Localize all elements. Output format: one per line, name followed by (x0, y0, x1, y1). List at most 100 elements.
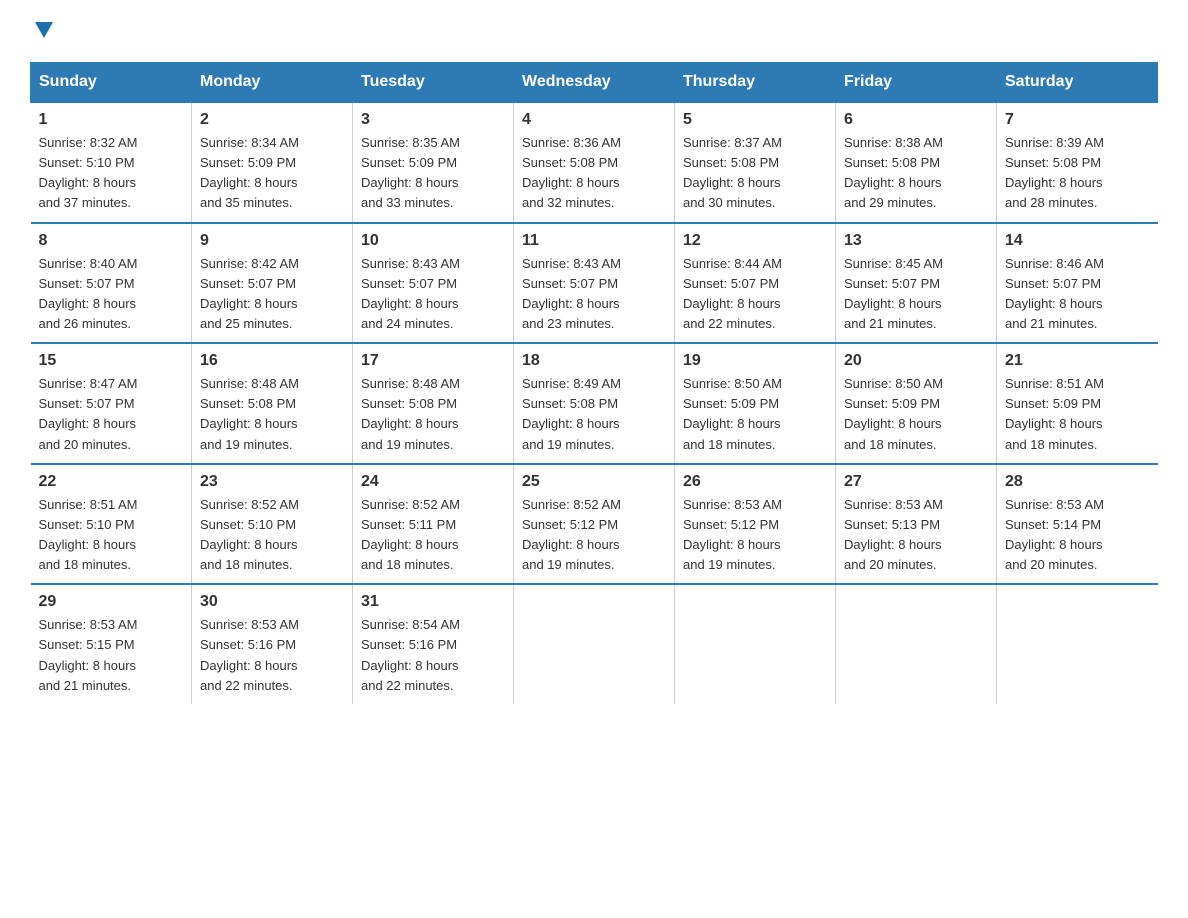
daylight-label: Daylight: 8 hours (683, 296, 781, 311)
daylight-label: Daylight: 8 hours (1005, 537, 1103, 552)
page-header (30, 20, 1158, 42)
day-number: 25 (522, 473, 666, 491)
sunset-label: Sunset: 5:07 PM (39, 276, 135, 291)
sunrise-label: Sunrise: 8:35 AM (361, 135, 460, 150)
daylight-minutes: and 23 minutes. (522, 316, 615, 331)
daylight-minutes: and 20 minutes. (1005, 557, 1098, 572)
calendar-cell: 17 Sunrise: 8:48 AM Sunset: 5:08 PM Dayl… (353, 343, 514, 464)
day-info: Sunrise: 8:52 AM Sunset: 5:10 PM Dayligh… (200, 495, 344, 576)
sunrise-label: Sunrise: 8:51 AM (39, 497, 138, 512)
calendar-cell: 25 Sunrise: 8:52 AM Sunset: 5:12 PM Dayl… (514, 464, 675, 585)
calendar-week-row: 22 Sunrise: 8:51 AM Sunset: 5:10 PM Dayl… (31, 464, 1158, 585)
sunrise-label: Sunrise: 8:50 AM (844, 376, 943, 391)
day-info: Sunrise: 8:47 AM Sunset: 5:07 PM Dayligh… (39, 374, 184, 455)
day-info: Sunrise: 8:44 AM Sunset: 5:07 PM Dayligh… (683, 254, 827, 335)
daylight-minutes: and 30 minutes. (683, 195, 776, 210)
calendar-cell: 20 Sunrise: 8:50 AM Sunset: 5:09 PM Dayl… (836, 343, 997, 464)
daylight-minutes: and 18 minutes. (844, 437, 937, 452)
calendar-week-row: 8 Sunrise: 8:40 AM Sunset: 5:07 PM Dayli… (31, 223, 1158, 344)
day-number: 15 (39, 352, 184, 370)
calendar-cell: 3 Sunrise: 8:35 AM Sunset: 5:09 PM Dayli… (353, 102, 514, 223)
daylight-minutes: and 18 minutes. (39, 557, 132, 572)
sunset-label: Sunset: 5:08 PM (361, 396, 457, 411)
calendar-cell: 10 Sunrise: 8:43 AM Sunset: 5:07 PM Dayl… (353, 223, 514, 344)
sunset-label: Sunset: 5:12 PM (522, 517, 618, 532)
day-number: 11 (522, 232, 666, 250)
sunrise-label: Sunrise: 8:39 AM (1005, 135, 1104, 150)
daylight-label: Daylight: 8 hours (361, 537, 459, 552)
calendar-cell: 11 Sunrise: 8:43 AM Sunset: 5:07 PM Dayl… (514, 223, 675, 344)
day-info: Sunrise: 8:45 AM Sunset: 5:07 PM Dayligh… (844, 254, 988, 335)
daylight-label: Daylight: 8 hours (844, 537, 942, 552)
calendar-cell: 24 Sunrise: 8:52 AM Sunset: 5:11 PM Dayl… (353, 464, 514, 585)
day-info: Sunrise: 8:37 AM Sunset: 5:08 PM Dayligh… (683, 133, 827, 214)
sunrise-label: Sunrise: 8:50 AM (683, 376, 782, 391)
sunset-label: Sunset: 5:09 PM (683, 396, 779, 411)
day-number: 18 (522, 352, 666, 370)
calendar-cell: 26 Sunrise: 8:53 AM Sunset: 5:12 PM Dayl… (675, 464, 836, 585)
calendar-cell: 9 Sunrise: 8:42 AM Sunset: 5:07 PM Dayli… (192, 223, 353, 344)
column-header-friday: Friday (836, 63, 997, 103)
day-number: 12 (683, 232, 827, 250)
calendar-week-row: 15 Sunrise: 8:47 AM Sunset: 5:07 PM Dayl… (31, 343, 1158, 464)
calendar-week-row: 29 Sunrise: 8:53 AM Sunset: 5:15 PM Dayl… (31, 584, 1158, 704)
daylight-label: Daylight: 8 hours (1005, 416, 1103, 431)
day-number: 21 (1005, 352, 1150, 370)
day-info: Sunrise: 8:49 AM Sunset: 5:08 PM Dayligh… (522, 374, 666, 455)
daylight-label: Daylight: 8 hours (522, 416, 620, 431)
daylight-minutes: and 28 minutes. (1005, 195, 1098, 210)
day-number: 30 (200, 593, 344, 611)
day-info: Sunrise: 8:35 AM Sunset: 5:09 PM Dayligh… (361, 133, 505, 214)
sunset-label: Sunset: 5:08 PM (522, 396, 618, 411)
day-info: Sunrise: 8:36 AM Sunset: 5:08 PM Dayligh… (522, 133, 666, 214)
sunrise-label: Sunrise: 8:53 AM (683, 497, 782, 512)
day-number: 26 (683, 473, 827, 491)
sunset-label: Sunset: 5:09 PM (361, 155, 457, 170)
day-info: Sunrise: 8:48 AM Sunset: 5:08 PM Dayligh… (361, 374, 505, 455)
calendar-cell: 16 Sunrise: 8:48 AM Sunset: 5:08 PM Dayl… (192, 343, 353, 464)
daylight-label: Daylight: 8 hours (361, 175, 459, 190)
daylight-label: Daylight: 8 hours (683, 416, 781, 431)
day-info: Sunrise: 8:43 AM Sunset: 5:07 PM Dayligh… (361, 254, 505, 335)
calendar-cell: 1 Sunrise: 8:32 AM Sunset: 5:10 PM Dayli… (31, 102, 192, 223)
sunrise-label: Sunrise: 8:52 AM (200, 497, 299, 512)
column-header-monday: Monday (192, 63, 353, 103)
calendar-header-row: SundayMondayTuesdayWednesdayThursdayFrid… (31, 63, 1158, 103)
calendar-cell: 29 Sunrise: 8:53 AM Sunset: 5:15 PM Dayl… (31, 584, 192, 704)
day-info: Sunrise: 8:50 AM Sunset: 5:09 PM Dayligh… (844, 374, 988, 455)
calendar-cell: 8 Sunrise: 8:40 AM Sunset: 5:07 PM Dayli… (31, 223, 192, 344)
daylight-minutes: and 21 minutes. (1005, 316, 1098, 331)
day-info: Sunrise: 8:53 AM Sunset: 5:15 PM Dayligh… (39, 615, 184, 696)
sunset-label: Sunset: 5:07 PM (361, 276, 457, 291)
daylight-minutes: and 22 minutes. (361, 678, 454, 693)
day-info: Sunrise: 8:53 AM Sunset: 5:13 PM Dayligh… (844, 495, 988, 576)
day-number: 7 (1005, 111, 1150, 129)
sunrise-label: Sunrise: 8:51 AM (1005, 376, 1104, 391)
calendar-cell: 7 Sunrise: 8:39 AM Sunset: 5:08 PM Dayli… (997, 102, 1158, 223)
day-number: 10 (361, 232, 505, 250)
daylight-label: Daylight: 8 hours (39, 537, 137, 552)
daylight-label: Daylight: 8 hours (1005, 175, 1103, 190)
daylight-label: Daylight: 8 hours (844, 296, 942, 311)
daylight-minutes: and 18 minutes. (361, 557, 454, 572)
daylight-minutes: and 26 minutes. (39, 316, 132, 331)
daylight-minutes: and 33 minutes. (361, 195, 454, 210)
sunrise-label: Sunrise: 8:36 AM (522, 135, 621, 150)
daylight-minutes: and 19 minutes. (522, 557, 615, 572)
day-number: 24 (361, 473, 505, 491)
daylight-minutes: and 20 minutes. (844, 557, 937, 572)
sunrise-label: Sunrise: 8:42 AM (200, 256, 299, 271)
sunrise-label: Sunrise: 8:44 AM (683, 256, 782, 271)
day-info: Sunrise: 8:53 AM Sunset: 5:12 PM Dayligh… (683, 495, 827, 576)
sunrise-label: Sunrise: 8:32 AM (39, 135, 138, 150)
calendar-cell: 6 Sunrise: 8:38 AM Sunset: 5:08 PM Dayli… (836, 102, 997, 223)
calendar-cell: 14 Sunrise: 8:46 AM Sunset: 5:07 PM Dayl… (997, 223, 1158, 344)
daylight-label: Daylight: 8 hours (844, 175, 942, 190)
daylight-label: Daylight: 8 hours (522, 296, 620, 311)
sunrise-label: Sunrise: 8:43 AM (522, 256, 621, 271)
sunrise-label: Sunrise: 8:37 AM (683, 135, 782, 150)
daylight-minutes: and 18 minutes. (200, 557, 293, 572)
sunset-label: Sunset: 5:16 PM (361, 637, 457, 652)
day-number: 13 (844, 232, 988, 250)
calendar-cell: 19 Sunrise: 8:50 AM Sunset: 5:09 PM Dayl… (675, 343, 836, 464)
